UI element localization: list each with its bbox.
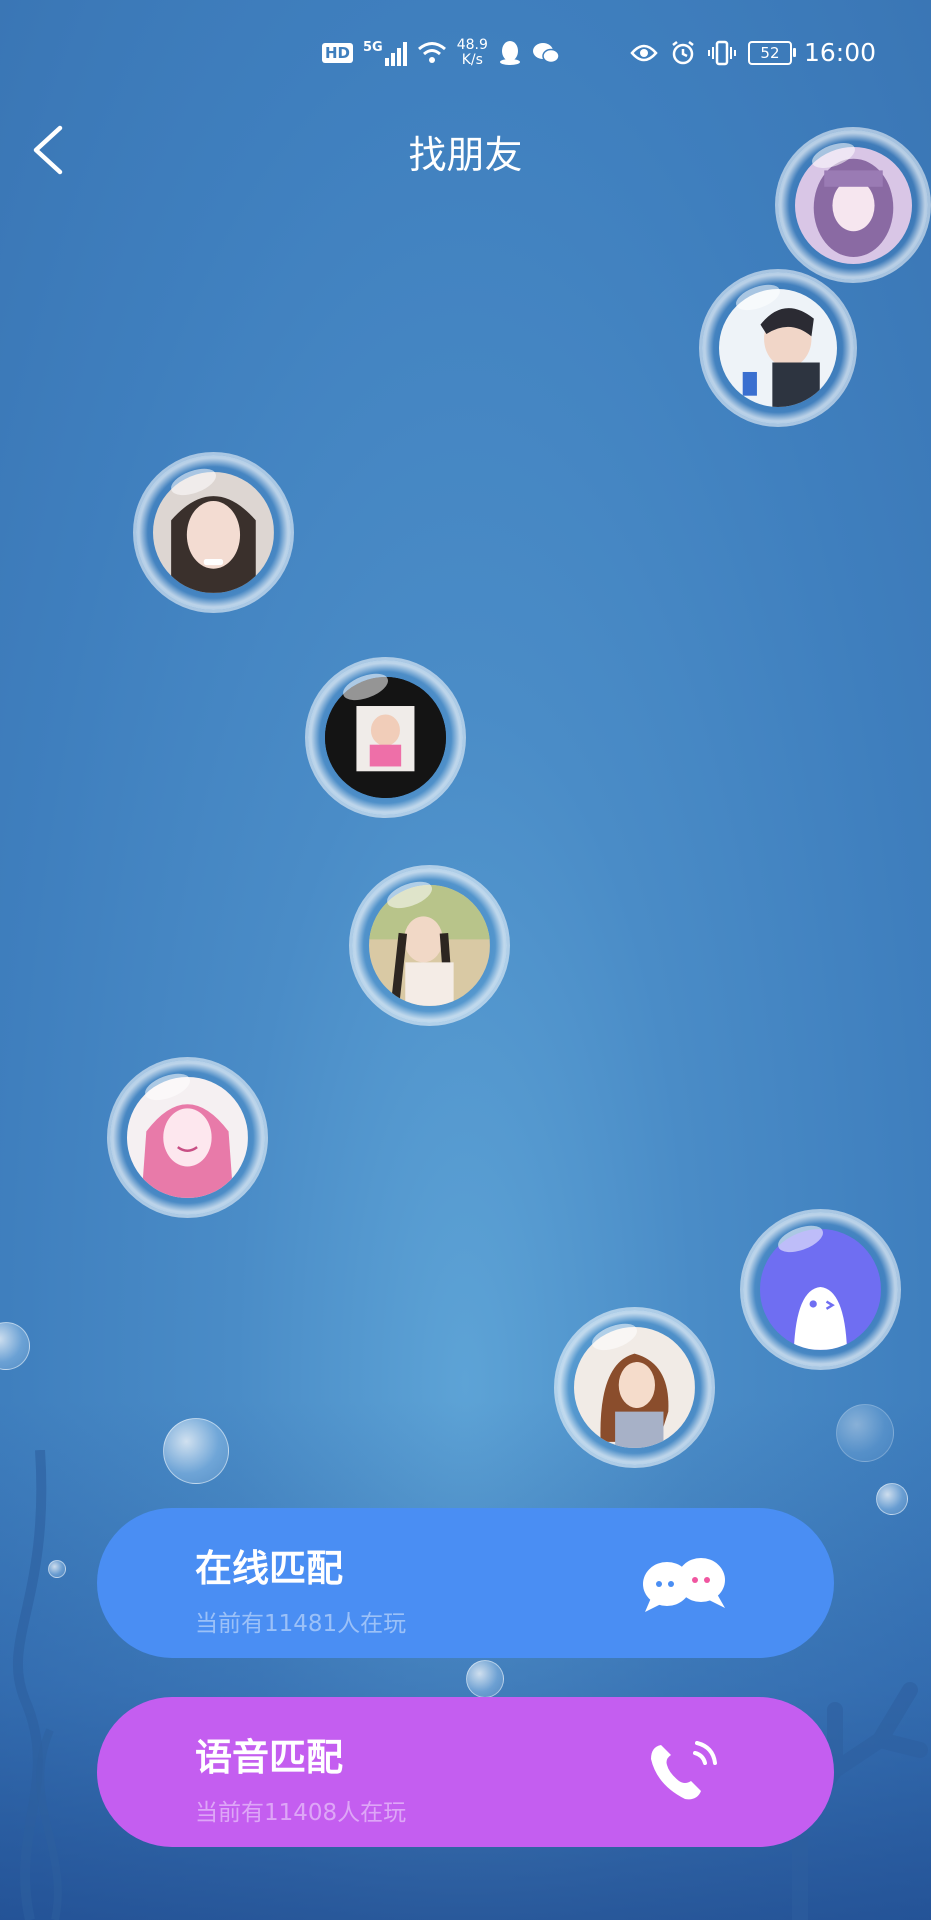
- battery-icon: 52: [747, 40, 796, 65]
- online-match-title: 在线匹配: [195, 1547, 343, 1590]
- page-title: 找朋友: [408, 133, 523, 177]
- wifi-icon: [417, 42, 446, 63]
- cell-signal-icon: [384, 40, 407, 66]
- network-speed: 48.9 K/s: [457, 38, 488, 68]
- qq-icon: [499, 41, 520, 65]
- user-bubble[interactable]: [110, 1060, 265, 1215]
- online-match-subtitle: 当前有11481人在玩: [195, 1611, 407, 1637]
- wechat-icon: [532, 43, 560, 64]
- decorative-bubble: [48, 1560, 66, 1578]
- user-bubble[interactable]: [136, 455, 291, 610]
- status-bar: HD 5G 48.9 K/s 52 16:00: [0, 0, 931, 100]
- voice-match-subtitle: 当前有11408人在玩: [195, 1800, 407, 1826]
- decorative-bubble: [0, 1322, 30, 1370]
- decorative-bubble: [466, 1660, 504, 1698]
- user-bubble[interactable]: [743, 1212, 898, 1367]
- decorative-bubble: [163, 1418, 229, 1484]
- online-match-button[interactable]: 在线匹配 当前有11481人在玩: [97, 1508, 834, 1658]
- decorative-bubble: [836, 1404, 894, 1462]
- status-bar-left: HD 5G 48.9 K/s: [322, 38, 560, 68]
- network-type: 5G: [363, 39, 383, 55]
- eye-icon: [630, 44, 658, 61]
- network-speed-value: 48.9: [456, 37, 488, 53]
- alarm-icon: [672, 40, 694, 64]
- user-bubble[interactable]: [557, 1310, 712, 1465]
- voice-match-title: 语音匹配: [195, 1736, 343, 1779]
- user-bubble[interactable]: [702, 272, 854, 424]
- voice-match-button[interactable]: 语音匹配 当前有11408人在玩: [97, 1697, 834, 1847]
- status-time: 16:00: [803, 38, 876, 67]
- battery-level: 52: [760, 43, 780, 62]
- user-bubble[interactable]: [352, 868, 507, 1023]
- seaweed-decoration: [13, 1450, 62, 1920]
- vibrate-icon: [707, 40, 736, 65]
- status-bar-right: 52 16:00: [630, 38, 876, 67]
- phone-icon: [651, 1741, 717, 1800]
- chat-bubbles-icon: [643, 1558, 725, 1612]
- decorative-bubble: [876, 1483, 908, 1515]
- find-friends-screen: HD 5G 48.9 K/s 52 16:00 找朋友 在线匹配 当前有1148…: [0, 0, 931, 1920]
- network-speed-unit: K/s: [461, 52, 483, 68]
- user-bubble[interactable]: [308, 660, 463, 815]
- hd-badge: HD: [322, 43, 354, 63]
